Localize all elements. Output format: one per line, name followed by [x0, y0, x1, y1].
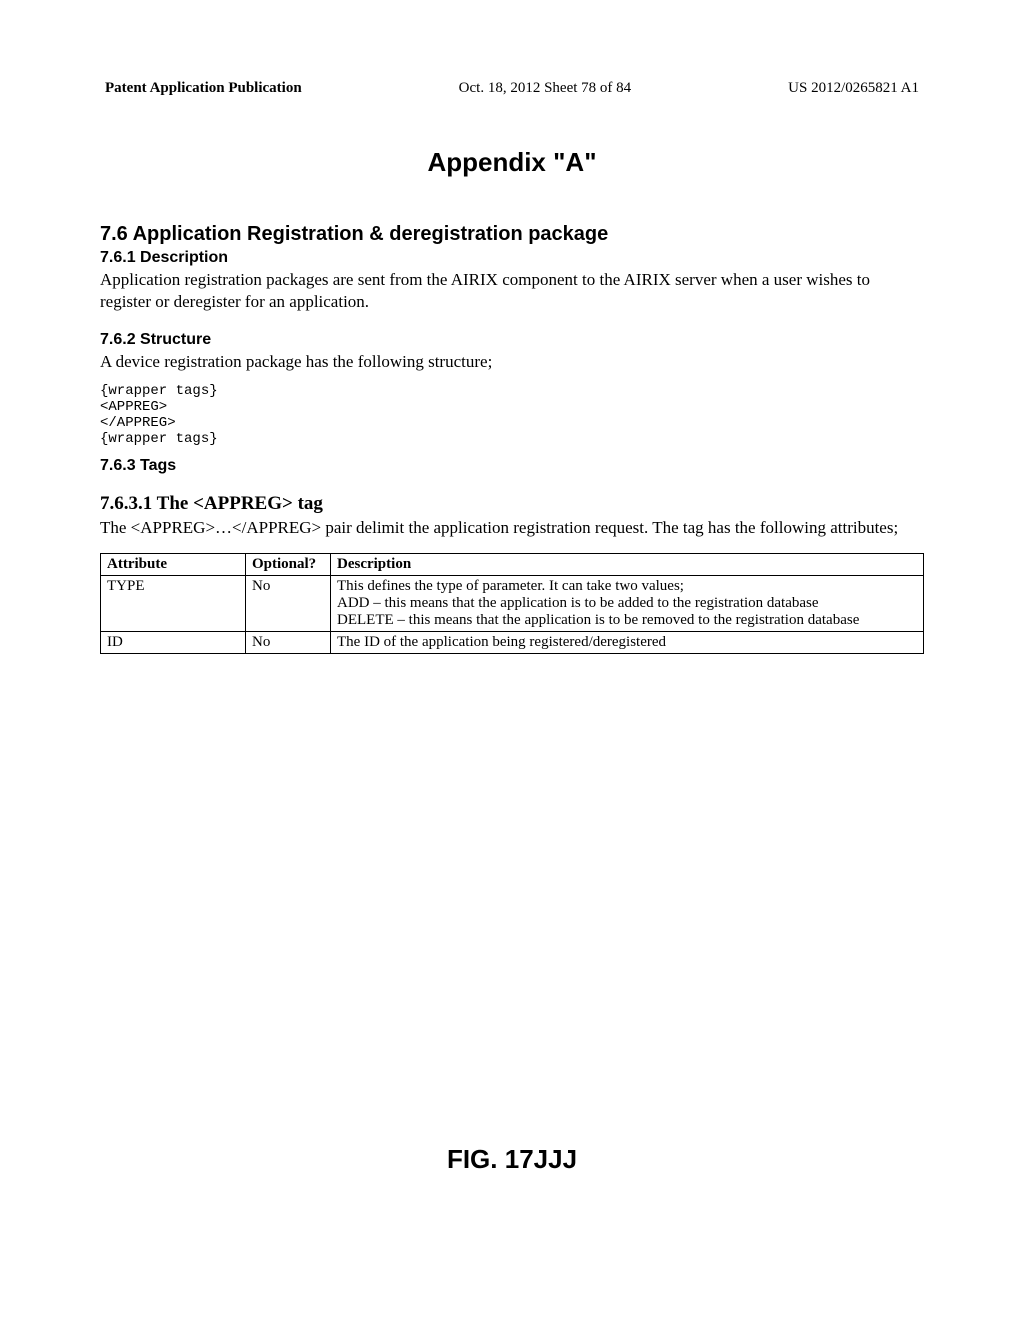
- cell-opt: No: [246, 632, 331, 654]
- structure-code-block: {wrapper tags} <APPREG> </APPREG> {wrapp…: [100, 383, 924, 447]
- page-header: Patent Application Publication Oct. 18, …: [100, 80, 924, 97]
- figure-label: FIG. 17JJJ: [0, 1144, 1024, 1175]
- attributes-table: Attribute Optional? Description TYPE No …: [100, 553, 924, 654]
- table-row: ID No The ID of the application being re…: [101, 632, 924, 654]
- table-header-row: Attribute Optional? Description: [101, 554, 924, 576]
- cell-attr: ID: [101, 632, 246, 654]
- cell-desc: The ID of the application being register…: [331, 632, 924, 654]
- header-center: Oct. 18, 2012 Sheet 78 of 84: [459, 80, 631, 97]
- cell-attr: TYPE: [101, 576, 246, 632]
- section-7-6-1-heading: 7.6.1 Description: [100, 249, 924, 267]
- cell-desc: This defines the type of parameter. It c…: [331, 576, 924, 632]
- section-7-6-2-heading: 7.6.2 Structure: [100, 331, 924, 349]
- th-attribute: Attribute: [101, 554, 246, 576]
- section-7-6-heading: 7.6 Application Registration & deregistr…: [100, 223, 924, 246]
- section-7-6-2-text: A device registration package has the fo…: [100, 351, 924, 373]
- section-7-6-1-text: Application registration packages are se…: [100, 269, 924, 313]
- header-right: US 2012/0265821 A1: [788, 80, 919, 97]
- section-7-6-3-1-heading: 7.6.3.1 The <APPREG> tag: [100, 493, 924, 515]
- th-description: Description: [331, 554, 924, 576]
- section-7-6-3-1-text: The <APPREG>…</APPREG> pair delimit the …: [100, 517, 924, 539]
- th-optional: Optional?: [246, 554, 331, 576]
- appendix-title: Appendix "A": [100, 147, 924, 178]
- cell-opt: No: [246, 576, 331, 632]
- table-row: TYPE No This defines the type of paramet…: [101, 576, 924, 632]
- header-left: Patent Application Publication: [105, 80, 302, 97]
- section-7-6-3-heading: 7.6.3 Tags: [100, 457, 924, 475]
